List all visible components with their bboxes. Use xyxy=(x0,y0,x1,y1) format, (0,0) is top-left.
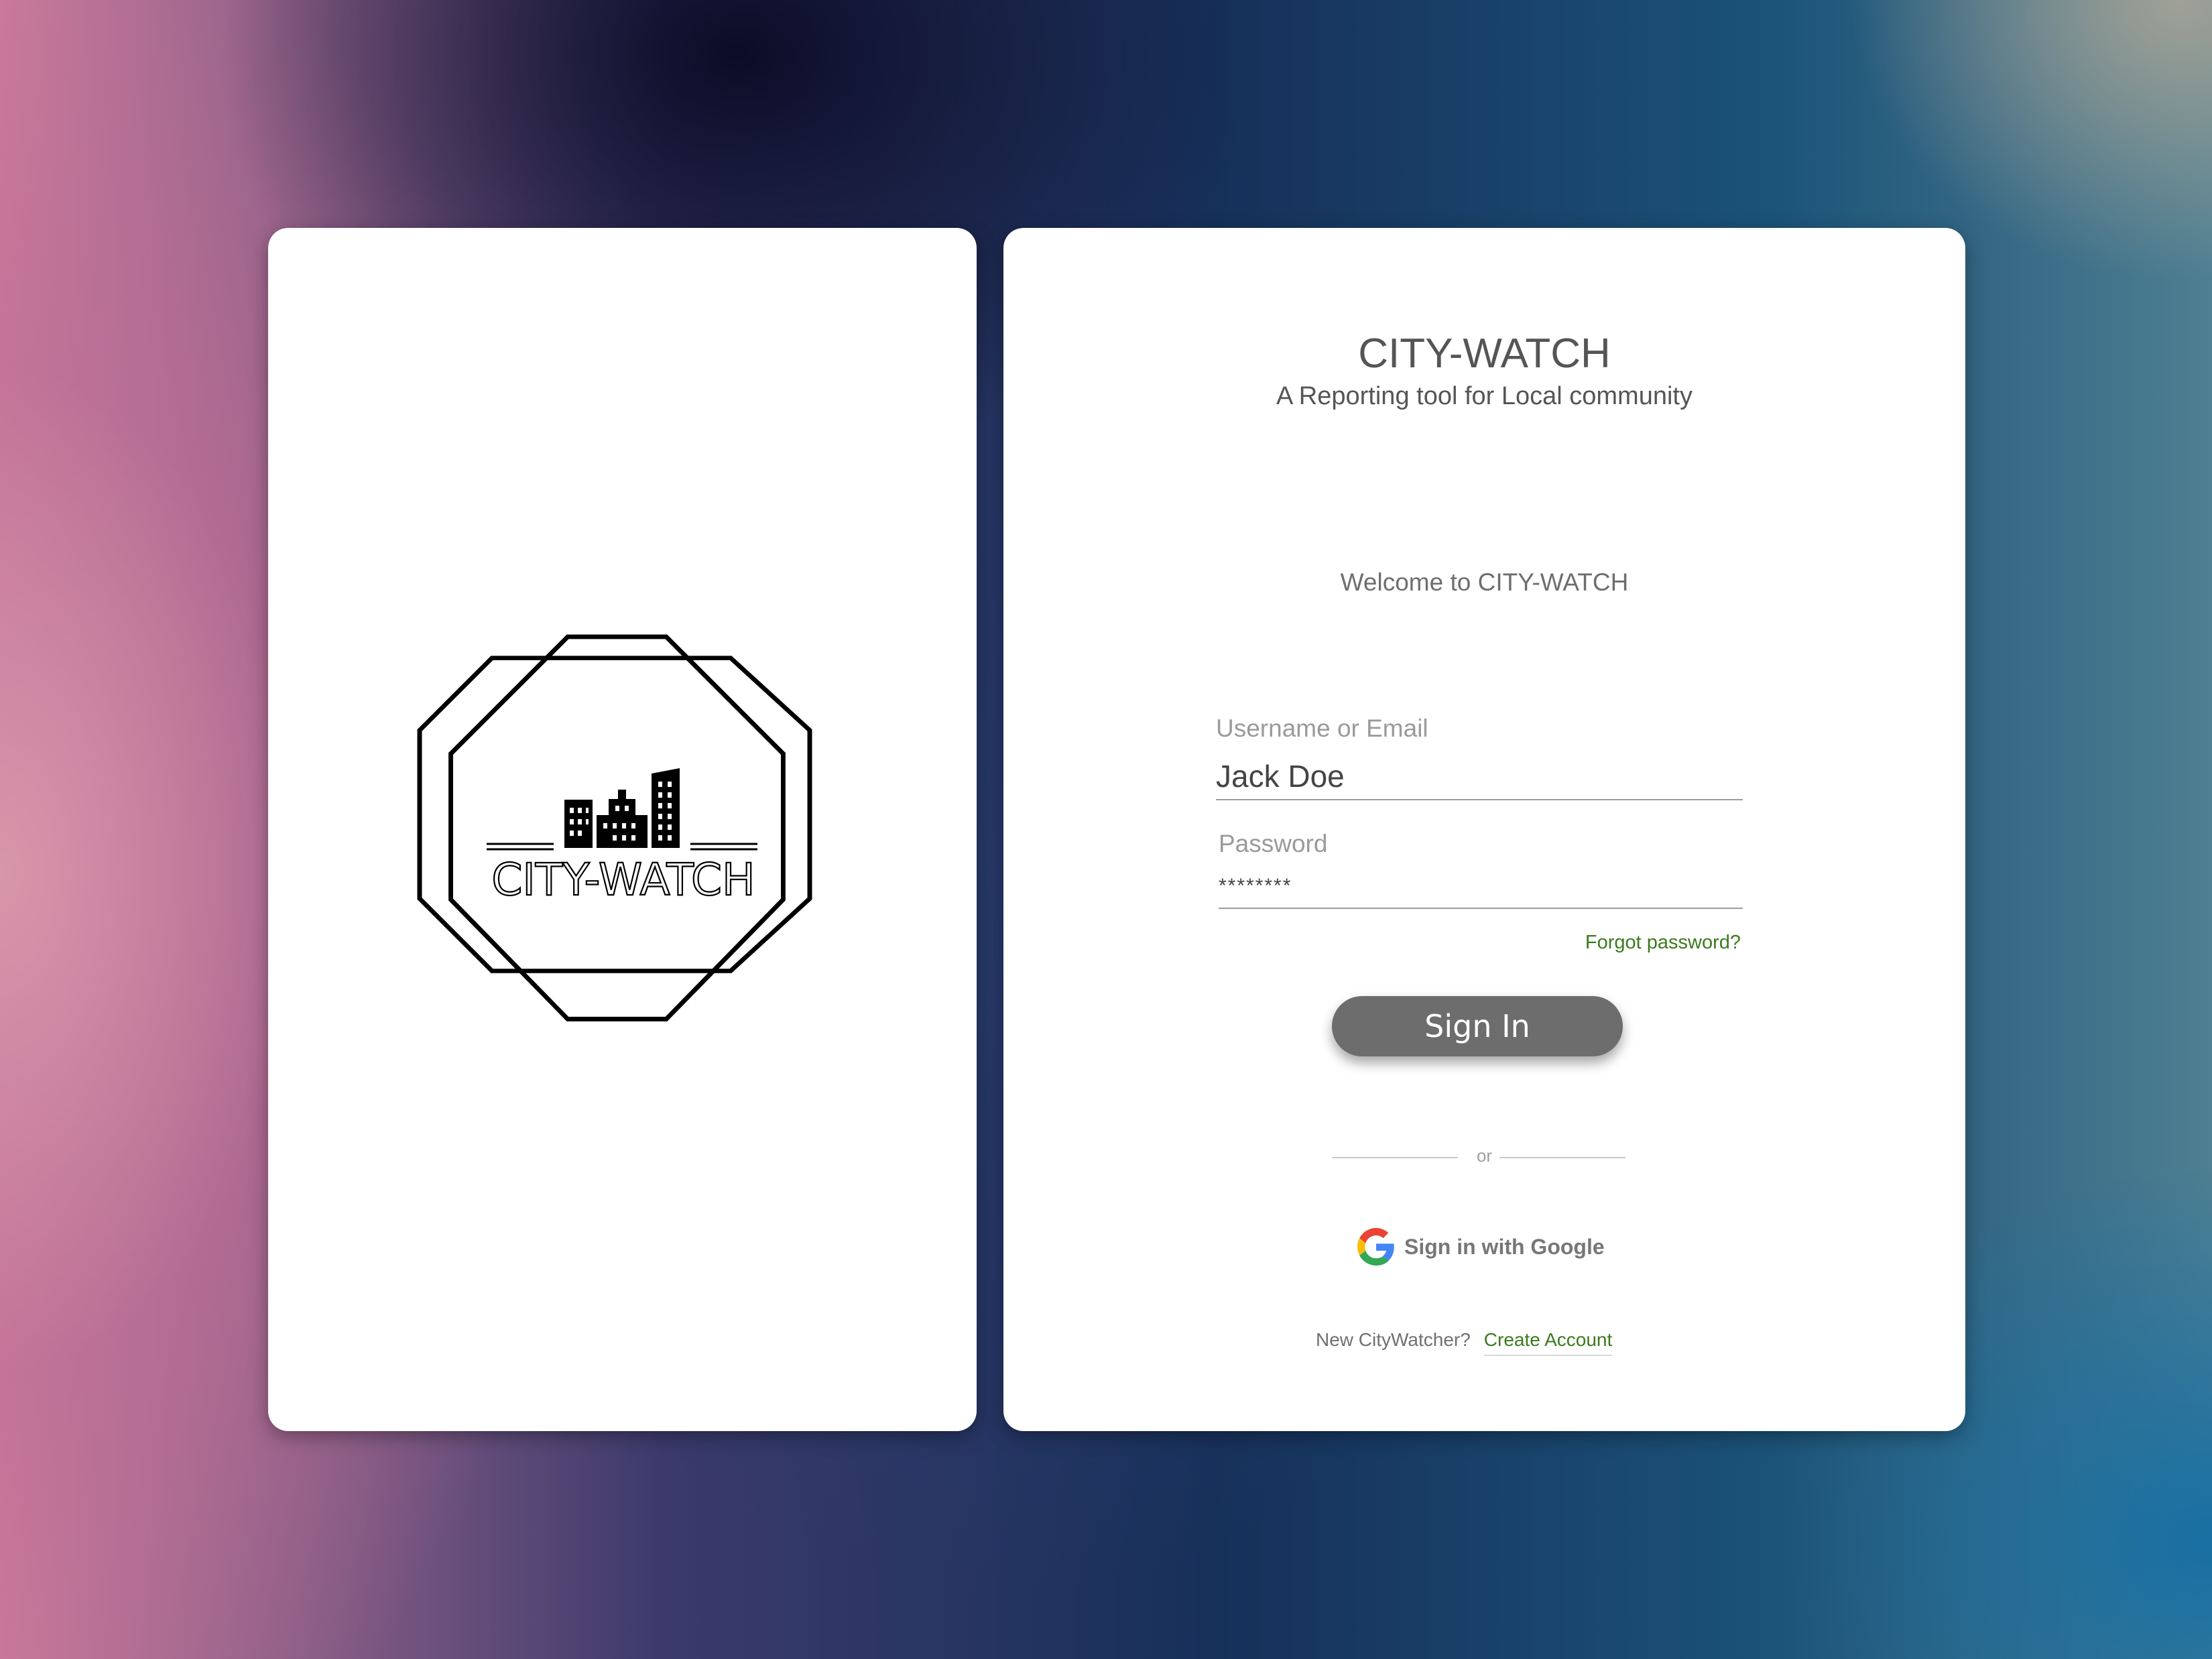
city-watch-logo: CITY-WATCH xyxy=(417,634,812,1022)
app-title: CITY-WATCH xyxy=(1358,330,1611,377)
google-sign-in-button[interactable]: Sign in with Google xyxy=(1357,1225,1612,1268)
welcome-message: Welcome to CITY-WATCH xyxy=(1340,568,1629,596)
logo-wordmark: CITY-WATCH xyxy=(491,854,755,906)
sign-in-button[interactable]: Sign In xyxy=(1332,996,1623,1056)
google-g-icon xyxy=(1357,1228,1394,1266)
logo-card: CITY-WATCH xyxy=(268,228,977,1431)
forgot-password-link[interactable]: Forgot password? xyxy=(1585,932,1741,954)
create-account-row: New CityWatcher? Create Account xyxy=(1316,1329,1613,1356)
google-sign-in-label: Sign in with Google xyxy=(1404,1234,1605,1259)
divider-line-right xyxy=(1499,1157,1625,1158)
username-input[interactable] xyxy=(1216,753,1743,800)
app-subtitle: A Reporting tool for Local community xyxy=(1276,382,1693,410)
divider-or: or xyxy=(1476,1146,1493,1166)
password-label: Password xyxy=(1219,830,1328,857)
new-user-text: New CityWatcher? xyxy=(1316,1329,1471,1350)
create-account-link[interactable]: Create Account xyxy=(1483,1329,1613,1356)
password-input[interactable] xyxy=(1219,865,1743,909)
username-label: Username or Email xyxy=(1216,715,1428,742)
login-card: CITY-WATCH A Reporting tool for Local co… xyxy=(1003,228,1965,1431)
